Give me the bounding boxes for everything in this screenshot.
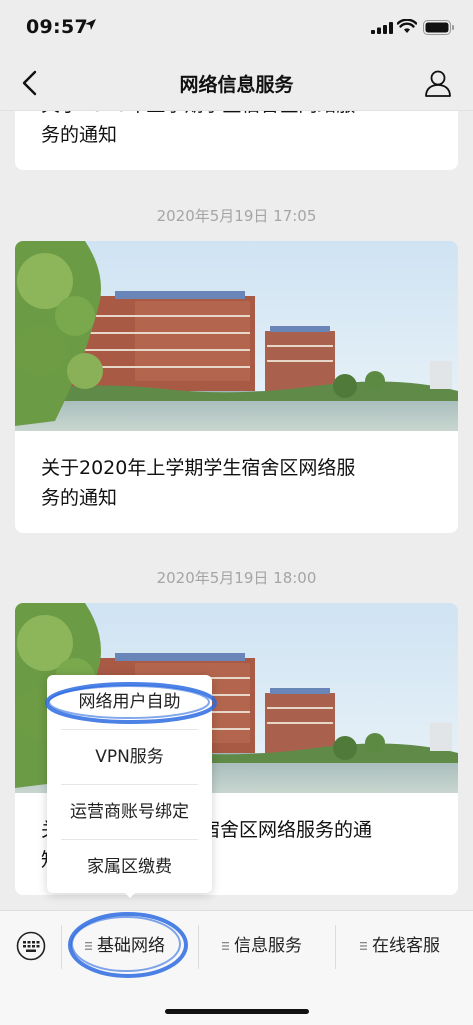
user-profile-icon[interactable] bbox=[424, 68, 452, 98]
location-arrow-icon bbox=[85, 19, 96, 30]
campus-photo bbox=[15, 241, 458, 431]
wifi-icon bbox=[397, 19, 417, 33]
message-timestamp: 2020年5月19日 18:00 bbox=[156, 569, 317, 587]
menu-lines-icon bbox=[222, 942, 229, 950]
article-card[interactable]: 关于2020年上学期学生宿舍区网络服 务的通知 bbox=[15, 110, 458, 170]
submenu-item-family-payment[interactable]: 家属区缴费 bbox=[47, 840, 212, 894]
signal-icon bbox=[371, 22, 393, 34]
divider bbox=[61, 925, 62, 969]
message-timestamp: 2020年5月19日 17:05 bbox=[156, 207, 317, 225]
page-title: 网络信息服务 bbox=[179, 74, 294, 96]
menu-button-online-support[interactable]: 在线客服 bbox=[360, 929, 440, 963]
submenu-item-vpn[interactable]: VPN服务 bbox=[47, 730, 212, 784]
menu-button-basic-network[interactable]: 基础网络 bbox=[85, 929, 165, 963]
navigation-bar: 网络信息服务 bbox=[0, 56, 473, 111]
popup-arrow bbox=[122, 890, 138, 898]
home-indicator[interactable] bbox=[165, 1009, 309, 1014]
article-title-line2: 务的通知 bbox=[41, 487, 118, 509]
divider bbox=[335, 925, 336, 969]
status-time: 09:57 bbox=[26, 16, 88, 38]
menu-button-label: 信息服务 bbox=[234, 936, 302, 956]
menu-lines-icon bbox=[360, 942, 367, 950]
article-title-line1: 关于2020年上学期学生宿舍区网络服 bbox=[41, 110, 434, 120]
menu-button-label: 基础网络 bbox=[97, 936, 165, 956]
submenu-item-self-service[interactable]: 网络用户自助 bbox=[47, 675, 212, 729]
article-title-line2: 务的通知 bbox=[41, 124, 118, 146]
keyboard-icon[interactable] bbox=[16, 931, 46, 961]
menu-button-label: 在线客服 bbox=[372, 936, 440, 956]
battery-icon bbox=[423, 20, 454, 35]
menu-lines-icon bbox=[85, 942, 92, 950]
bottom-menu-bar: 基础网络 信息服务 在线客服 bbox=[0, 910, 473, 1025]
status-bar: 09:57 bbox=[0, 0, 473, 56]
menu-button-info-service[interactable]: 信息服务 bbox=[222, 929, 302, 963]
article-title-line1: 宿舍区网络服务的通 bbox=[201, 819, 373, 841]
article-title-line1: 关于2020年上学期学生宿舍区网络服 bbox=[41, 457, 356, 479]
submenu-item-carrier-binding[interactable]: 运营商账号绑定 bbox=[47, 785, 212, 839]
divider bbox=[198, 925, 199, 969]
submenu-popup: 网络用户自助 VPN服务 运营商账号绑定 家属区缴费 bbox=[47, 675, 212, 898]
article-card[interactable]: 关于2020年上学期学生宿舍区网络服 务的通知 bbox=[15, 241, 458, 533]
